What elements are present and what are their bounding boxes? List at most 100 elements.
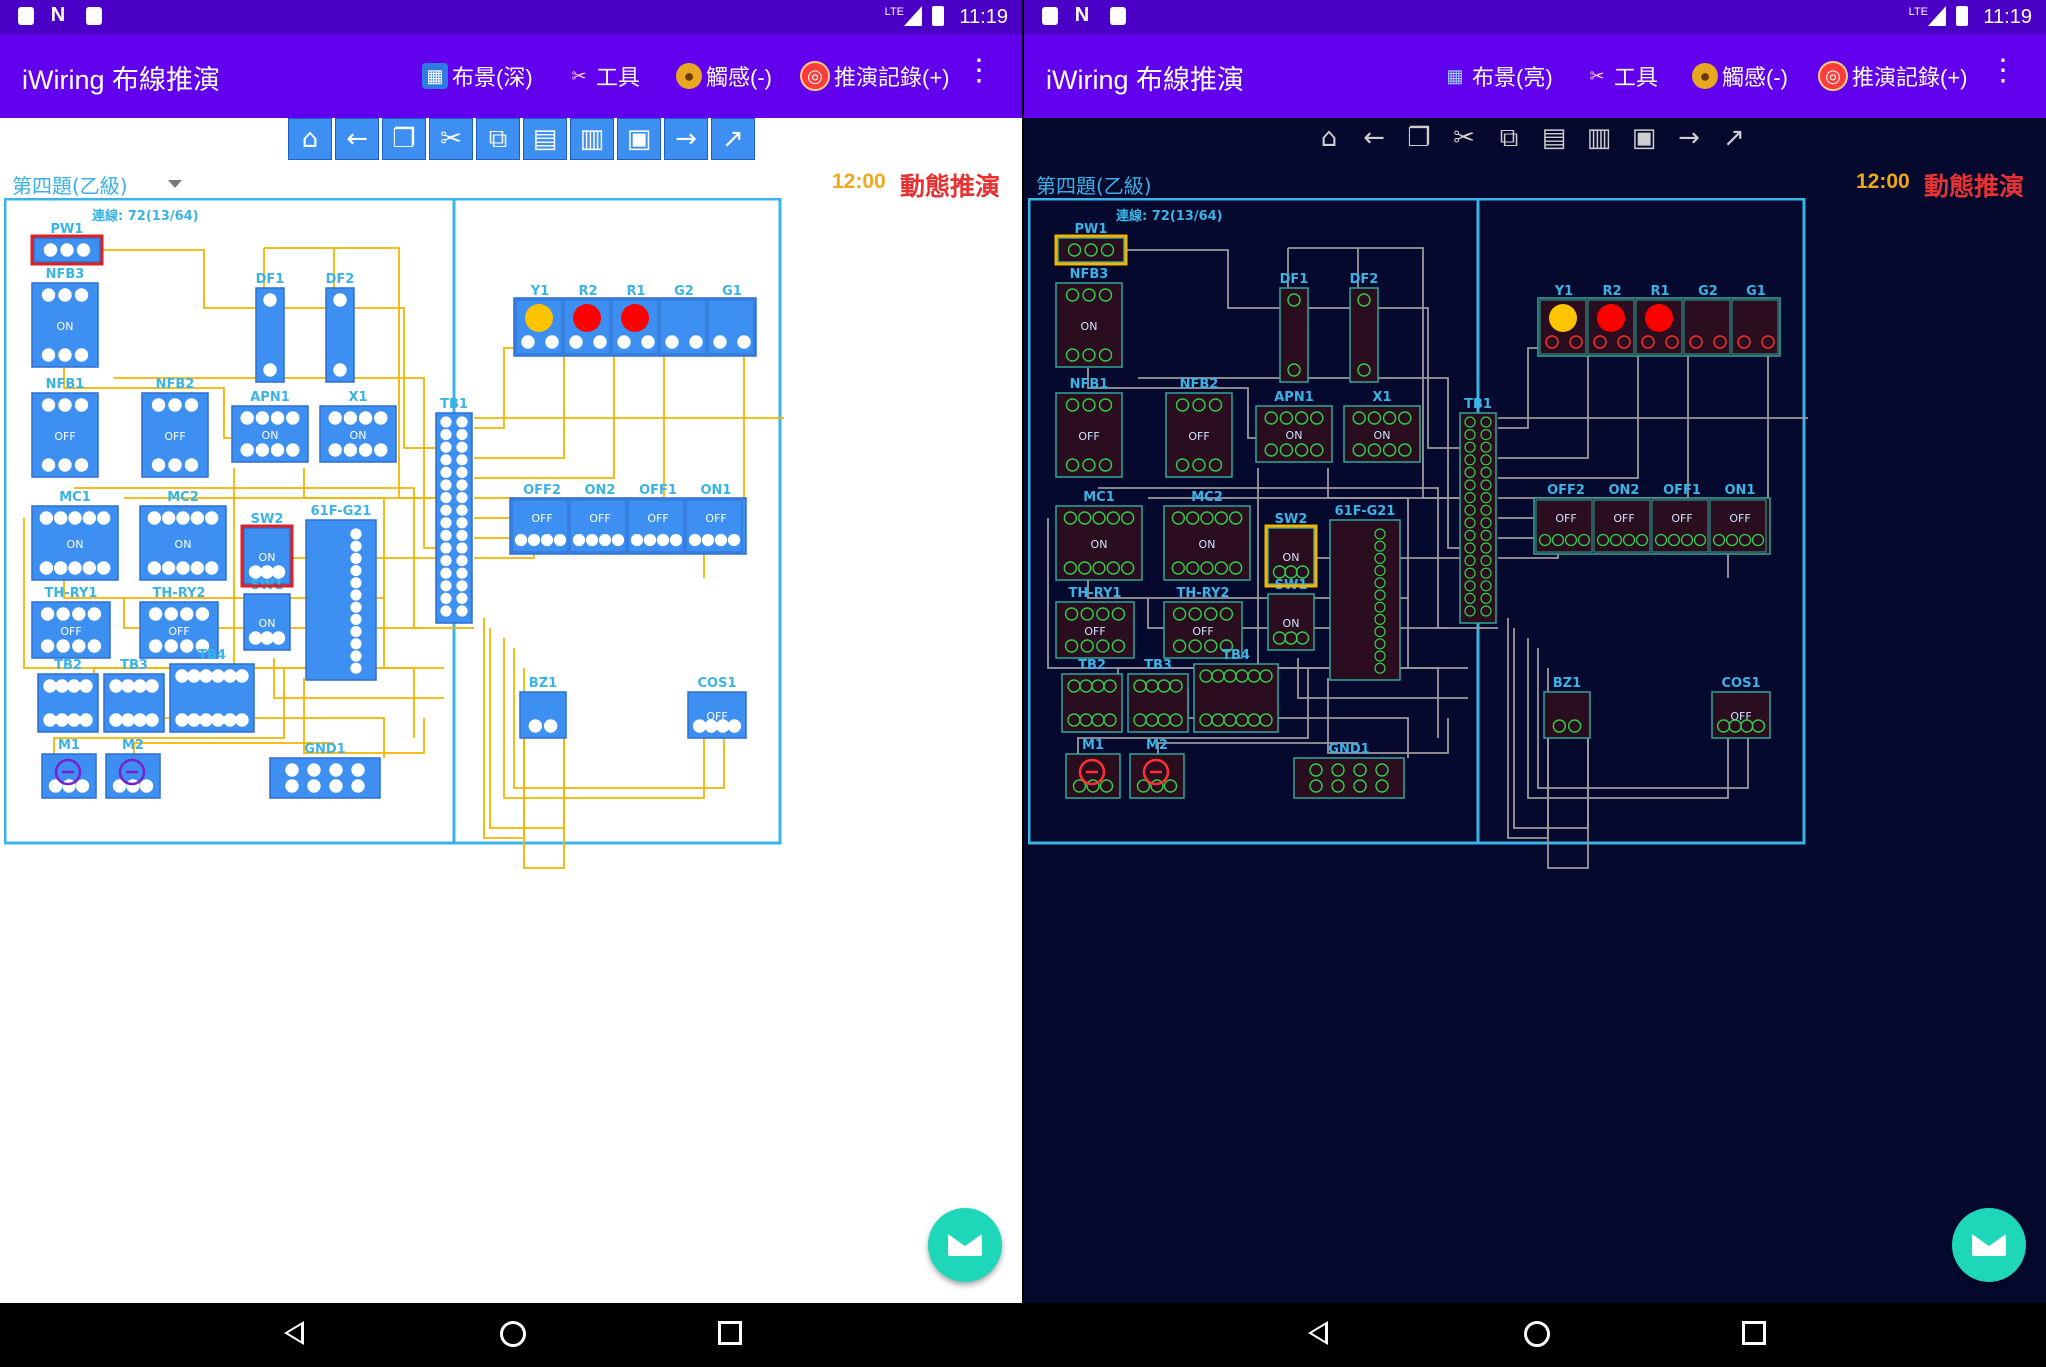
question-title[interactable]: 第四題(乙級) bbox=[1036, 170, 1152, 199]
nav-back-icon[interactable] bbox=[1308, 1321, 1328, 1345]
nav-bar bbox=[0, 1303, 1022, 1367]
delete-note-icon[interactable]: ▥ bbox=[570, 118, 614, 160]
terminal bbox=[147, 511, 162, 525]
terminal bbox=[1223, 713, 1237, 727]
expand-icon[interactable]: ↗ bbox=[711, 118, 755, 160]
terminal bbox=[374, 443, 388, 457]
back-arrow-icon[interactable]: ← bbox=[1353, 118, 1395, 158]
sd-card-icon bbox=[18, 7, 34, 25]
pushbutton-off1-state: OFF bbox=[1671, 512, 1692, 525]
terminal bbox=[1287, 363, 1301, 377]
save-icon[interactable]: ▣ bbox=[1623, 118, 1665, 158]
terminal bbox=[1464, 492, 1476, 504]
nav-recent-icon[interactable] bbox=[718, 1321, 742, 1345]
screen-dark: N LTE 11:19 iWiring 布線推演 ▦ 布景(亮) ✂ 工具 ● 觸感(… bbox=[1024, 0, 2046, 1367]
terminal bbox=[1382, 411, 1397, 425]
status-time: 11:19 bbox=[959, 6, 1008, 28]
wiring-canvas[interactable]: PW1NFB3ONNFB1OFFNFB2OFFDF1 DF2APN1ONX1ONM… bbox=[1028, 198, 2040, 1044]
terminal bbox=[329, 763, 343, 777]
terminal bbox=[1374, 626, 1386, 638]
component-mc2-label: MC2 bbox=[1191, 490, 1223, 505]
terminal bbox=[1091, 679, 1105, 693]
theme-icon: ▦ bbox=[422, 63, 448, 89]
save-icon[interactable]: ▣ bbox=[617, 118, 661, 160]
haptic-button[interactable]: ● 觸感(-) bbox=[1692, 60, 1788, 92]
terminal bbox=[456, 429, 468, 441]
wiring-canvas[interactable]: PW1NFB3ONNFB1OFFNFB2OFFDF1 DF2APN1ONX1ONM… bbox=[4, 198, 1016, 1044]
terminal bbox=[164, 607, 178, 621]
terminal bbox=[350, 613, 362, 625]
component-gnd1-label: GND1 bbox=[304, 742, 345, 757]
cut-icon[interactable]: ✂ bbox=[1443, 118, 1485, 158]
lamp-r1-label: R1 bbox=[626, 284, 645, 299]
duplicate-icon[interactable]: ⧉ bbox=[1488, 118, 1530, 158]
component-mc1-state: ON bbox=[67, 538, 84, 551]
terminal bbox=[145, 679, 159, 693]
question-select[interactable]: 第四題(乙級) bbox=[12, 170, 128, 199]
terminal bbox=[692, 719, 707, 733]
delete-note-icon[interactable]: ▥ bbox=[1578, 118, 1620, 158]
copy-icon[interactable]: ❐ bbox=[382, 118, 426, 160]
component-th-ry1-state: OFF bbox=[60, 625, 81, 638]
mail-icon bbox=[948, 1234, 982, 1256]
terminal bbox=[1480, 504, 1492, 516]
terminal bbox=[611, 533, 625, 547]
component-nfb1-label: NFB1 bbox=[1070, 377, 1109, 392]
chevron-down-icon[interactable] bbox=[168, 180, 182, 188]
component-df2-label: DF2 bbox=[326, 272, 355, 287]
copy-icon[interactable]: ❐ bbox=[1398, 118, 1440, 158]
terminal bbox=[240, 411, 254, 425]
terminal bbox=[350, 650, 362, 662]
back-arrow-icon[interactable]: ← bbox=[335, 118, 379, 160]
duplicate-icon[interactable]: ⧉ bbox=[476, 118, 520, 160]
more-menu-icon[interactable]: ⋮ bbox=[964, 56, 994, 86]
theme-light-button[interactable]: ▦ 布景(亮) bbox=[1442, 60, 1552, 92]
nav-recent-icon[interactable] bbox=[1742, 1321, 1766, 1345]
terminal bbox=[96, 561, 111, 575]
clipboard-icon[interactable]: ▤ bbox=[523, 118, 567, 160]
terminal bbox=[1713, 335, 1727, 349]
terminal bbox=[1295, 565, 1310, 579]
message-fab[interactable] bbox=[1952, 1208, 2026, 1282]
pushbutton-off1-label: OFF1 bbox=[1663, 483, 1701, 498]
a-notification-icon bbox=[86, 7, 102, 25]
component-nfb3-state: ON bbox=[1081, 320, 1098, 333]
lamp-r2-label: R2 bbox=[578, 284, 597, 299]
terminal bbox=[1199, 713, 1213, 727]
terminal bbox=[1067, 679, 1081, 693]
terminal bbox=[1157, 679, 1171, 693]
expand-icon[interactable]: ↗ bbox=[1713, 118, 1755, 158]
forward-arrow-icon[interactable]: → bbox=[1668, 118, 1710, 158]
lamp-r2-label: R2 bbox=[1602, 284, 1621, 299]
nav-home-icon[interactable] bbox=[1524, 1321, 1550, 1347]
nav-back-icon[interactable] bbox=[284, 1321, 304, 1345]
terminal bbox=[286, 443, 300, 457]
tools-button[interactable]: ✂ 工具 bbox=[1584, 60, 1658, 92]
more-menu-icon[interactable]: ⋮ bbox=[1988, 56, 2018, 86]
clipboard-icon[interactable]: ▤ bbox=[1533, 118, 1575, 158]
terminal bbox=[1564, 533, 1578, 547]
haptic-button[interactable]: ● 觸感(-) bbox=[676, 60, 772, 92]
terminal bbox=[456, 555, 468, 567]
message-fab[interactable] bbox=[928, 1208, 1002, 1282]
terminal bbox=[514, 533, 528, 547]
terminal bbox=[1188, 639, 1202, 653]
home-icon[interactable]: ⌂ bbox=[288, 118, 332, 160]
forward-arrow-icon[interactable]: → bbox=[664, 118, 708, 160]
record-button[interactable]: ◎ 推演記錄(+) bbox=[800, 60, 950, 92]
home-icon[interactable]: ⌂ bbox=[1308, 118, 1350, 158]
tools-button[interactable]: ✂ 工具 bbox=[566, 60, 640, 92]
terminal bbox=[669, 533, 683, 547]
connection-count: 連線: 72(13/64) bbox=[92, 208, 199, 224]
terminal bbox=[440, 504, 452, 516]
terminal bbox=[1357, 363, 1371, 377]
terminal bbox=[1063, 561, 1078, 575]
theme-dark-button[interactable]: ▦ 布景(深) bbox=[422, 60, 533, 92]
terminal bbox=[1689, 335, 1703, 349]
terminal bbox=[440, 529, 452, 541]
nav-home-icon[interactable] bbox=[500, 1321, 526, 1347]
terminal bbox=[145, 713, 159, 727]
terminal bbox=[528, 719, 543, 733]
cut-icon[interactable]: ✂ bbox=[429, 118, 473, 160]
record-button[interactable]: ◎ 推演記錄(+) bbox=[1818, 60, 1968, 92]
